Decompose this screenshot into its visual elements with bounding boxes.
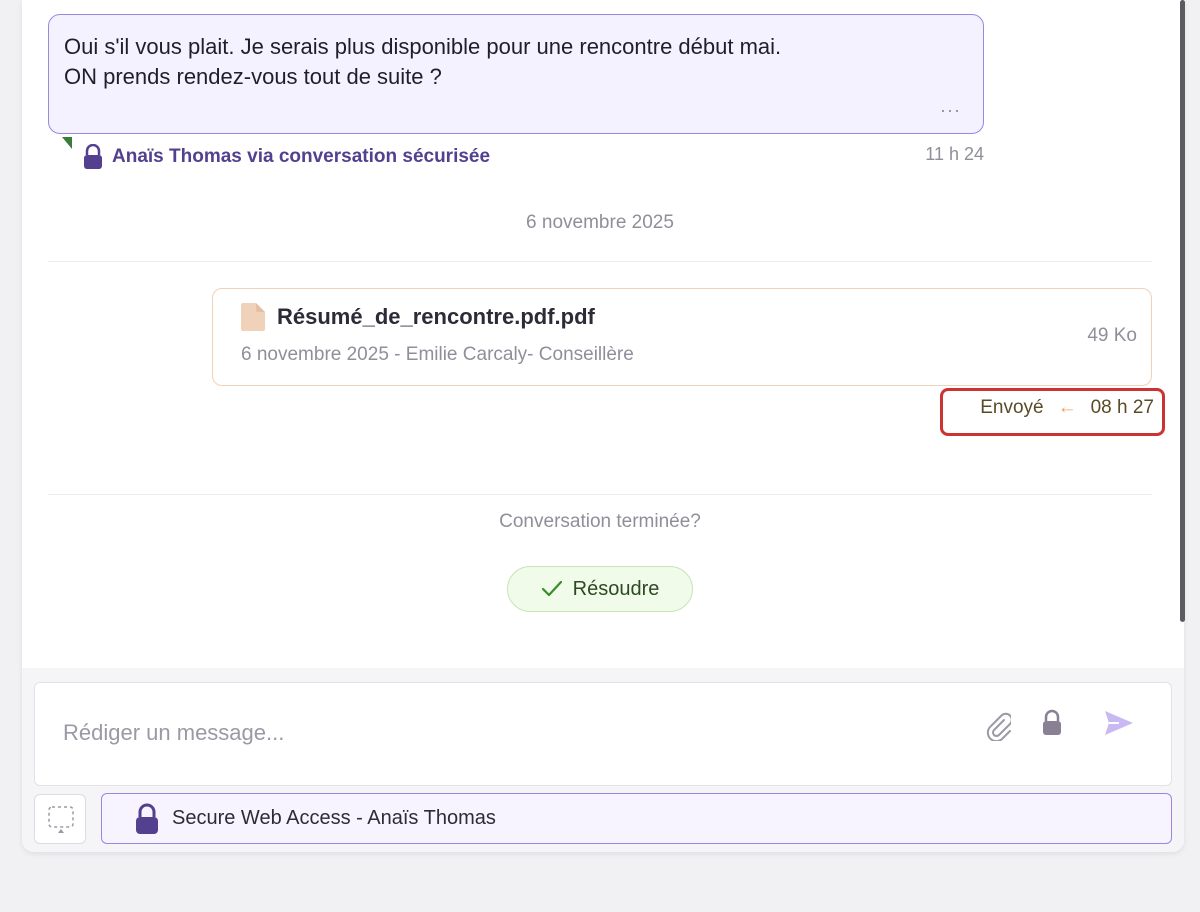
message-more-button[interactable]: ··· <box>940 100 961 121</box>
message-input[interactable] <box>61 719 945 747</box>
incoming-message-text: Oui s'il vous plait. Je serais plus disp… <box>64 32 964 92</box>
file-icon <box>241 303 265 331</box>
conversation-question: Conversation terminée? <box>499 511 701 532</box>
dashed-selection-icon <box>48 806 74 833</box>
attachment-size: 49 Ko <box>1087 325 1137 346</box>
channel-selector[interactable]: Secure Web Access - Anaïs Thomas <box>101 793 1172 844</box>
lock-icon <box>84 144 102 169</box>
resolve-button-label: Résoudre <box>572 577 660 600</box>
divider <box>48 261 1152 262</box>
resolve-button[interactable]: Résoudre <box>507 566 693 612</box>
attachment-meta: 6 novembre 2025 - Emilie Carcaly- Consei… <box>241 344 634 365</box>
attachment-name: Résumé_de_rencontre.pdf.pdf <box>277 304 595 329</box>
bubble-tail <box>62 137 72 149</box>
divider <box>48 494 1152 495</box>
selection-button[interactable] <box>34 794 86 844</box>
paperclip-icon[interactable] <box>985 711 1011 741</box>
status-label: Envoyé <box>980 397 1044 418</box>
message-input-box[interactable] <box>34 682 1172 786</box>
channel-label: Secure Web Access - Anaïs Thomas <box>172 807 496 829</box>
message-sender: Anaïs Thomas via conversation sécurisée <box>82 143 490 171</box>
incoming-message-bubble: Oui s'il vous plait. Je serais plus disp… <box>48 14 984 134</box>
sender-label: Anaïs Thomas via conversation sécurisée <box>112 146 491 167</box>
delivery-status: Envoyé ← 08 h 27 <box>980 397 1154 419</box>
incoming-message-time: 11 h 24 <box>925 144 984 164</box>
lock-icon <box>136 803 158 834</box>
attachment-card[interactable]: Résumé_de_rencontre.pdf.pdf 6 novembre 2… <box>212 288 1152 386</box>
send-icon[interactable] <box>1103 709 1135 737</box>
status-time: 08 h 27 <box>1090 397 1154 418</box>
incoming-message-line-1: Oui s'il vous plait. Je serais plus disp… <box>64 34 782 59</box>
check-icon <box>541 580 562 597</box>
arrow-left-icon: ← <box>1057 397 1077 418</box>
lock-icon[interactable] <box>1041 709 1063 737</box>
date-separator: 6 novembre 2025 <box>526 212 674 233</box>
incoming-message-line-2: ON prends rendez-vous tout de suite ? <box>64 64 442 89</box>
